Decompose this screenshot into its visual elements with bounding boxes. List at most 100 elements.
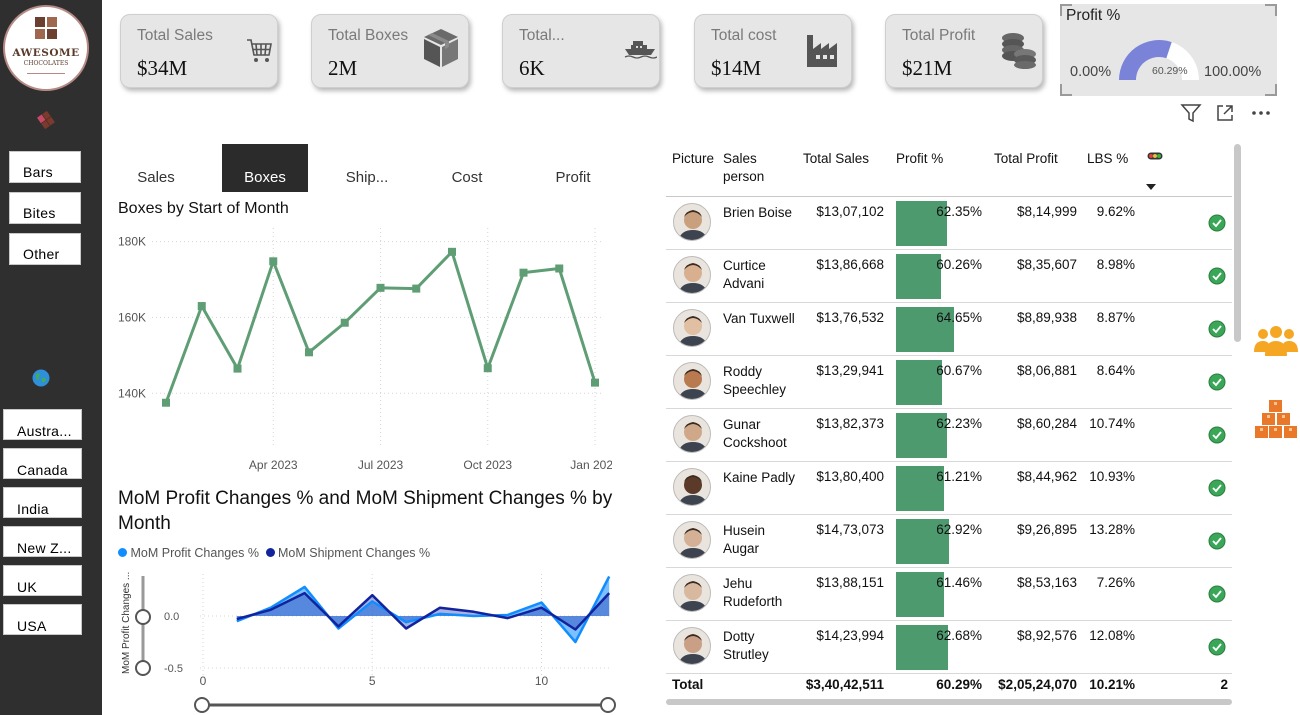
- table-row[interactable]: Gunar Cockshoot $13,82,373 62.23% $8,60,284…: [666, 409, 1232, 462]
- slicer-uk[interactable]: UK: [3, 565, 82, 596]
- header-sales-person[interactable]: Sales person: [723, 150, 783, 186]
- total-profit-cell: $8,89,938: [1016, 310, 1077, 325]
- lbs-pct-cell: 8.87%: [1096, 310, 1135, 325]
- data-point[interactable]: [376, 283, 385, 292]
- boxes-stack-icon[interactable]: [1254, 398, 1298, 440]
- salesperson-name: Husein Augar: [723, 523, 766, 556]
- header-profit-pct[interactable]: Profit %: [896, 150, 943, 168]
- total-sales-cell: $13,82,373: [816, 416, 884, 431]
- data-point[interactable]: [555, 264, 564, 273]
- table-total-row: Total $3,40,42,511 60.29% $2,05,24,070 1…: [666, 670, 1232, 698]
- table-row[interactable]: Husein Augar $14,73,073 62.92% $9,26,895 13.…: [666, 515, 1232, 568]
- lbs-pct-cell: 10.74%: [1089, 416, 1135, 431]
- status-check-icon: [1208, 267, 1226, 285]
- data-point[interactable]: [591, 378, 599, 387]
- total-sales-cell: $13,86,668: [816, 257, 884, 272]
- data-point[interactable]: [412, 284, 421, 293]
- slicer-australia[interactable]: Austra...: [3, 409, 82, 440]
- lbs-pct-cell: 10.93%: [1089, 469, 1135, 484]
- tab-profit[interactable]: Profit: [530, 144, 616, 192]
- y-range-slider-handle[interactable]: [135, 609, 151, 625]
- total-sales-cell: $13,07,102: [816, 204, 884, 219]
- x-tick-label: Apr 2023: [249, 458, 298, 472]
- total-profit-cell: $8,53,163: [1016, 575, 1077, 590]
- total-profit: $2,05,24,070: [998, 677, 1077, 692]
- tab-shipments[interactable]: Ship...: [324, 144, 410, 192]
- data-point[interactable]: [305, 348, 313, 357]
- mom-area-chart[interactable]: MoM Profit Changes ... 0.0 -0.5 0 5 10: [112, 564, 622, 714]
- header-total-profit[interactable]: Total Profit: [994, 150, 1058, 168]
- data-point[interactable]: [269, 257, 278, 266]
- team-icon[interactable]: [1253, 325, 1299, 359]
- salesperson-name: Jehu Rudeforth: [723, 576, 783, 609]
- table-row[interactable]: Kaine Padly $13,80,400 61.21% $8,44,962 10.9…: [666, 462, 1232, 515]
- table-row[interactable]: Roddy Speechley $13,29,941 60.67% $8,06,881…: [666, 356, 1232, 409]
- mom-legend: MoM Profit Changes % MoM Shipment Change…: [118, 546, 430, 560]
- lbs-pct-cell: 9.62%: [1096, 204, 1135, 219]
- selection-corner: [1265, 4, 1277, 16]
- header-lbs-pct[interactable]: LBS %: [1087, 150, 1128, 168]
- x-tick-label: 10: [535, 674, 549, 688]
- slicer-usa[interactable]: USA: [3, 604, 82, 635]
- data-point[interactable]: [233, 364, 242, 373]
- sort-descending-icon[interactable]: [1146, 184, 1156, 190]
- y-tick-label: 160K: [118, 310, 146, 324]
- table-row[interactable]: Brien Boise $13,07,102 62.35% $8,14,999 9.62…: [666, 197, 1232, 250]
- x-range-slider-handle[interactable]: [600, 697, 616, 713]
- table-row[interactable]: Dotty Strutley $14,23,994 62.68% $8,92,576 1…: [666, 621, 1232, 674]
- gauge-value-label: 60.29%: [1152, 65, 1188, 77]
- data-point[interactable]: [519, 268, 528, 277]
- boxes-line-chart[interactable]: 180K 160K 140K Apr 2023 Jul 2023 Oct 2023 Jan …: [112, 220, 612, 482]
- legend-profit-label: MoM Profit Changes %: [130, 546, 260, 560]
- table-row[interactable]: Curtice Advani $13,86,668 60.26% $8,35,607 8…: [666, 250, 1232, 303]
- filter-icon[interactable]: [1180, 103, 1202, 123]
- data-point[interactable]: [448, 247, 456, 256]
- status-check-icon: [1208, 585, 1226, 603]
- slicer-other[interactable]: Other: [9, 233, 81, 265]
- salesperson-name: Dotty Strutley: [723, 629, 769, 662]
- table-vertical-scrollbar[interactable]: [1234, 144, 1241, 342]
- avatar: [673, 627, 711, 665]
- header-picture[interactable]: Picture: [672, 150, 714, 168]
- salesperson-name: Kaine Padly: [723, 470, 796, 485]
- legend-dot-shipment: [265, 548, 275, 557]
- focus-mode-icon[interactable]: [1215, 103, 1235, 123]
- tab-boxes[interactable]: Boxes: [222, 144, 308, 192]
- profit-pct-cell: 61.21%: [936, 469, 982, 484]
- avatar: [673, 468, 711, 506]
- profit-pct-cell: 62.35%: [936, 204, 982, 219]
- y-tick-label: 140K: [118, 386, 146, 400]
- slicer-bites[interactable]: Bites: [9, 192, 81, 224]
- kpi-total-boxes: Total Boxes 2M: [311, 14, 469, 88]
- kpi-total-cost: Total cost $14M: [694, 14, 852, 88]
- x-range-slider-handle[interactable]: [194, 697, 210, 713]
- slicer-bars[interactable]: Bars: [9, 151, 81, 183]
- profit-gauge[interactable]: Profit % 0.00% 60.29% 100.00%: [1060, 4, 1277, 96]
- tab-cost[interactable]: Cost: [424, 144, 510, 192]
- data-point[interactable]: [162, 398, 170, 407]
- tab-sales[interactable]: Sales: [113, 144, 199, 192]
- profit-pct-cell: 60.67%: [936, 363, 982, 378]
- kpi-value: 6K: [519, 56, 545, 80]
- kpi-label: Total...: [519, 27, 565, 44]
- header-total-sales[interactable]: Total Sales: [803, 150, 869, 168]
- data-point[interactable]: [483, 364, 492, 373]
- slicer-india[interactable]: India: [3, 487, 82, 518]
- table-horizontal-scrollbar[interactable]: [666, 699, 1232, 705]
- data-point[interactable]: [197, 302, 206, 311]
- avatar: [673, 203, 711, 241]
- table-row[interactable]: Jehu Rudeforth $13,88,151 61.46% $8,53,163 7…: [666, 568, 1232, 621]
- slicer-new-zealand[interactable]: New Z...: [3, 526, 82, 557]
- kpi-value: $14M: [711, 56, 762, 80]
- profit-pct-cell: 64.65%: [936, 310, 982, 325]
- table-row[interactable]: Van Tuxwell $13,76,532 64.65% $8,89,938 8.87…: [666, 303, 1232, 356]
- kpi-total-sales: Total Sales $34M: [120, 14, 278, 88]
- y-range-slider-handle[interactable]: [135, 660, 151, 676]
- salesperson-name: Van Tuxwell: [723, 311, 795, 326]
- slicer-canada[interactable]: Canada: [3, 448, 82, 479]
- more-options-icon[interactable]: [1250, 103, 1272, 123]
- profit-pct-cell: 62.23%: [936, 416, 982, 431]
- status-check-icon: [1208, 426, 1226, 444]
- kpi-value: $34M: [137, 56, 188, 80]
- data-point[interactable]: [340, 318, 349, 327]
